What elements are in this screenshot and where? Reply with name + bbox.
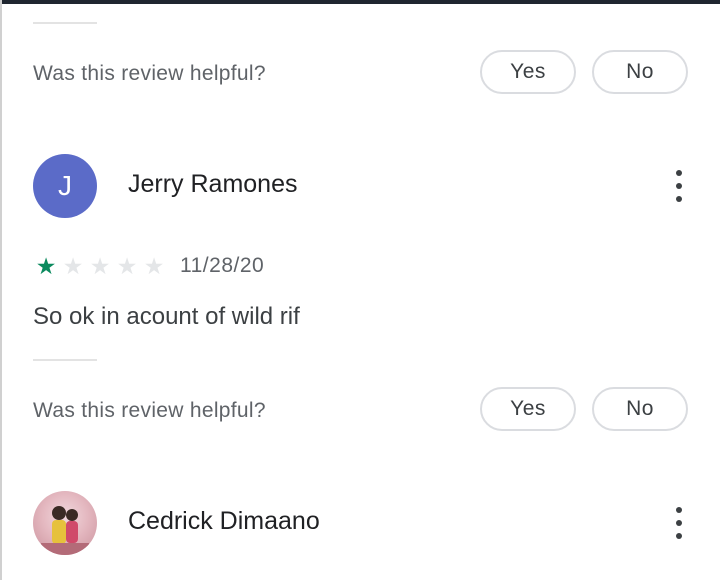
star-empty-icon: ★ [116,253,138,279]
avatar: J [33,154,97,218]
review-date: 11/28/20 [180,254,265,277]
star-filled-icon: ★ [35,253,57,279]
avatar [33,491,97,555]
review-divider [33,359,97,361]
rating-row: ★ ★ ★ ★ ★ 11/28/20 [33,252,433,282]
helpful-row: Was this review helpful? Yes No [33,387,693,437]
helpful-yes-button[interactable]: Yes [480,387,576,431]
window-top-edge [0,0,720,4]
helpful-no-button[interactable]: No [592,50,688,94]
reviewer-header: Cedrick Dimaano [33,491,693,555]
star-rating: ★ ★ ★ ★ ★ [33,252,167,280]
helpful-yes-button[interactable]: Yes [480,50,576,94]
more-vert-icon[interactable] [673,507,685,539]
reviewer-name: Jerry Ramones [128,170,298,198]
helpful-row: Was this review helpful? Yes No [33,50,693,100]
star-empty-icon: ★ [89,253,111,279]
reviewer-name: Cedrick Dimaano [128,507,320,535]
helpful-no-button[interactable]: No [592,387,688,431]
profile-photo [41,506,89,555]
star-empty-icon: ★ [62,253,84,279]
more-vert-icon[interactable] [673,170,685,202]
reviewer-header: J Jerry Ramones [33,154,693,218]
review-divider [33,22,97,24]
helpful-prompt: Was this review helpful? [33,62,266,85]
star-empty-icon: ★ [143,253,165,279]
review-text: So ok in acount of wild rif [33,303,300,330]
left-border [0,0,2,580]
helpful-prompt: Was this review helpful? [33,399,266,422]
